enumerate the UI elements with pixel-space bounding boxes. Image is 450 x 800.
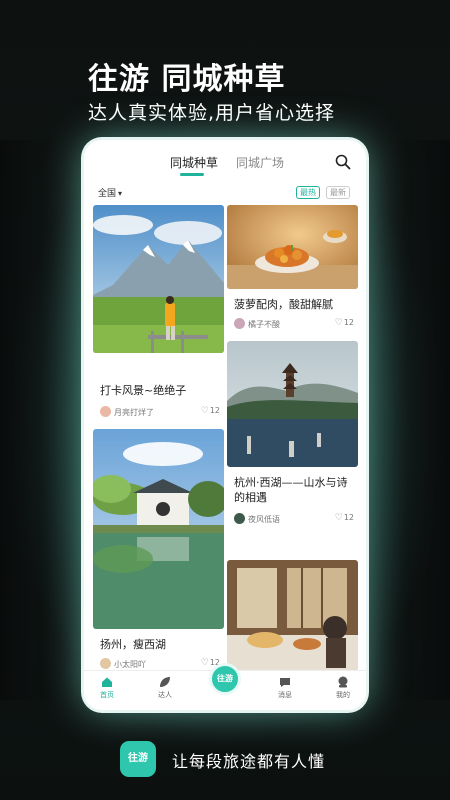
heart-icon: ♡ [200,406,209,416]
post-card-5[interactable] [227,560,358,670]
footer-tagline: 让每段旅途都有人懂 [172,752,326,771]
post-card-2[interactable]: 菠萝配肉，酸甜解腻 橘子不酸 ♡12 [227,205,358,337]
nav-home[interactable]: 首页 [92,675,122,700]
app-logo: 往游 [120,741,156,777]
right-shade [390,140,450,700]
post-card-1[interactable]: 打卡风景~绝绝子 月亮打烊了 ♡12 [93,205,224,425]
filter-row: 全国 ▾ 最热 最新 [84,184,366,202]
heart-icon: ♡ [200,658,209,668]
chevron-down-icon: ▾ [118,189,123,198]
nav-messages-label: 消息 [278,691,292,699]
post-image-mountain [93,205,224,353]
profile-icon [338,676,348,688]
tab-tongcheng-zhongcao[interactable]: 同城种草 [170,154,218,171]
bottom-navigation: 首页 达人 往游 消息 我的 [84,663,366,710]
avatar [100,658,111,669]
active-tab-indicator [180,173,204,176]
promo-subline: 达人真实体验,用户省心选择 [88,102,336,124]
sort-new-chip[interactable]: 最新 [326,186,350,199]
like-count-value: 12 [209,406,220,415]
nav-daren[interactable]: 达人 [150,675,180,700]
heart-icon: ♡ [334,513,343,523]
post-image-cafe [227,560,358,670]
post-image-slender-westlake [93,429,224,629]
post-title: 菠萝配肉，酸甜解腻 [234,298,333,311]
post-card-3[interactable]: 杭州·西湖——山水与诗的相遇 夜风低语 ♡12 [227,341,358,556]
like-count[interactable]: ♡12 [335,318,354,328]
post-image-westlake [227,341,358,467]
like-count[interactable]: ♡12 [335,513,354,523]
post-image-food [227,205,358,289]
post-title: 杭州·西湖——山水与诗的相遇 [234,476,348,504]
avatar [234,318,245,329]
author-name: 月亮打烊了 [114,408,154,417]
sort-hot-chip[interactable]: 最热 [296,186,320,199]
avatar [234,513,245,524]
nav-profile-label: 我的 [336,691,350,699]
like-count-value: 12 [343,318,354,327]
promo-headline: 往游 同城种草 [88,62,286,97]
home-icon [102,677,112,687]
post-title: 打卡风景~绝绝子 [100,384,187,397]
like-count[interactable]: ♡12 [201,406,220,416]
heart-icon: ♡ [334,318,343,328]
search-icon[interactable] [334,153,352,171]
post-meta: 月亮打烊了 ♡12 [100,405,220,419]
post-meta: 橘子不酸 ♡12 [234,317,354,331]
nav-daren-label: 达人 [158,691,172,699]
author-name: 小太阳吖 [114,660,146,669]
nav-wangyou-center-button[interactable]: 往游 [209,663,241,695]
tab-tongcheng-guangchang[interactable]: 同城广场 [236,154,284,171]
region-filter-label: 全国 [98,189,117,199]
leaf-icon [160,677,170,687]
top-tabs: 同城种草 同城广场 [84,140,366,180]
chat-bubble-icon [280,678,290,687]
region-filter[interactable]: 全国 ▾ [98,186,122,199]
avatar [100,406,111,417]
post-meta: 小太阳吖 ♡12 [100,657,220,671]
nav-messages[interactable]: 消息 [270,675,300,700]
nav-profile[interactable]: 我的 [328,675,358,700]
phone-screen: 同城种草 同城广场 全国 ▾ 最热 最新 打卡风景~绝绝子 月亮打烊了 ♡12 … [84,140,366,710]
left-shade [0,140,60,700]
nav-home-label: 首页 [100,691,114,699]
like-count-value: 12 [343,513,354,522]
post-meta: 夜风低语 ♡12 [234,512,354,526]
post-title: 扬州，瘦西湖 [100,638,166,651]
post-card-4[interactable]: 扬州，瘦西湖 小太阳吖 ♡12 [93,429,224,669]
author-name: 夜风低语 [248,515,280,524]
author-name: 橘子不酸 [248,320,280,329]
